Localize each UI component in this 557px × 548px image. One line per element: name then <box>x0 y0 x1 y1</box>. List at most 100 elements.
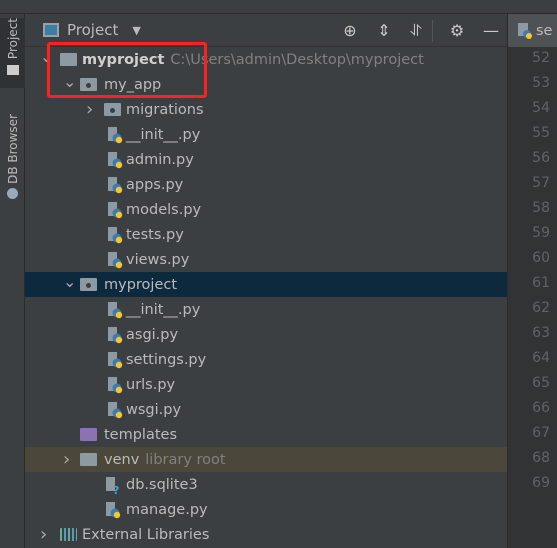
tree-item-label: __init__.py <box>126 126 201 143</box>
breadcrumb-bar <box>0 0 557 14</box>
folder-icon <box>80 453 97 466</box>
python-file-icon <box>108 202 123 219</box>
line-number: 59 <box>532 225 550 241</box>
line-number: 55 <box>532 125 550 141</box>
tree-item-label: manage.py <box>126 501 208 518</box>
python-file-icon <box>108 127 123 144</box>
tree-item-label: wsgi.py <box>126 401 182 418</box>
line-number: 69 <box>532 475 550 491</box>
tree-item-label: migrations <box>126 101 204 118</box>
line-number: 62 <box>532 300 550 316</box>
tree-item-label: models.py <box>126 201 202 218</box>
python-file-icon <box>106 502 121 519</box>
tree-item-label: tests.py <box>126 226 184 243</box>
chevron-down-icon[interactable]: ⌄ <box>63 272 76 291</box>
python-file-icon <box>108 377 123 394</box>
tree-item-label: apps.py <box>126 176 184 193</box>
folder-icon <box>80 428 97 441</box>
line-number: 52 <box>532 50 550 66</box>
tree-item[interactable]: ? db.sqlite3 <box>25 472 507 497</box>
line-number: 58 <box>532 200 550 216</box>
line-number: 65 <box>532 375 550 391</box>
tree-item-label: views.py <box>126 251 190 268</box>
tree-item-label: External Libraries <box>82 526 210 543</box>
tree-item-label: __init__.py <box>126 301 201 318</box>
tab-db-browser[interactable]: DB Browser <box>0 114 25 214</box>
unknown-file-icon: ? <box>106 477 119 494</box>
tree-item[interactable]: tests.py <box>25 222 507 247</box>
line-number: 66 <box>532 400 550 416</box>
python-file-icon <box>108 352 123 369</box>
python-file-icon <box>108 177 123 194</box>
line-number: 64 <box>532 350 550 366</box>
tree-item[interactable]: ⌄ myproject <box>25 272 507 297</box>
tree-item[interactable]: wsgi.py <box>25 397 507 422</box>
editor-tab-label: se <box>536 22 553 39</box>
line-number: 67 <box>532 425 550 441</box>
tree-item[interactable]: settings.py <box>25 347 507 372</box>
folder-icon <box>6 65 19 76</box>
line-number: 57 <box>532 175 550 191</box>
tree-item[interactable]: models.py <box>25 197 507 222</box>
gear-icon[interactable]: ⚙ <box>448 22 466 40</box>
editor-gutter: se 52 53 54 55 56 57 58 59 60 61 62 63 64 65 66 67 68 69 <box>507 14 557 548</box>
tree-item[interactable]: › migrations <box>25 97 507 122</box>
tree-item[interactable]: › External Libraries <box>25 522 507 547</box>
tree-item-label: admin.py <box>126 151 194 168</box>
tree-item[interactable]: admin.py <box>25 147 507 172</box>
tree-item-label: settings.py <box>126 351 207 368</box>
python-file-icon <box>108 402 123 419</box>
panel-title: Project <box>67 21 119 39</box>
python-file-icon <box>108 302 123 319</box>
tab-db-browser-label: DB Browser <box>5 114 20 184</box>
tree-item-hint: library root <box>145 451 226 468</box>
tree-item-label: db.sqlite3 <box>126 476 198 493</box>
expand-all-icon[interactable]: ⇕ <box>375 22 393 40</box>
chevron-down-icon: ▼ <box>132 23 141 37</box>
tree-item[interactable]: apps.py <box>25 172 507 197</box>
tree-item-label: urls.py <box>126 376 176 393</box>
tree-item[interactable]: urls.py <box>25 372 507 397</box>
editor-tab-settings[interactable]: se <box>508 14 557 47</box>
project-view-selector[interactable]: Project ▼ <box>43 21 141 39</box>
tree-item-label: myproject <box>104 276 178 293</box>
tree-item-label: templates <box>104 426 178 443</box>
tree-item[interactable]: templates <box>25 422 507 447</box>
window-icon <box>43 23 59 37</box>
module-folder-icon <box>80 278 97 291</box>
tree-item[interactable]: views.py <box>25 247 507 272</box>
module-folder-icon <box>104 103 121 116</box>
svg-text:?: ? <box>113 484 119 494</box>
tree-item[interactable]: manage.py <box>25 497 507 522</box>
python-file-icon <box>108 327 123 344</box>
minimize-icon[interactable]: — <box>482 22 500 40</box>
project-panel: Project ▼ ⊕ ⇕ ⥯ ⚙ — ⌄ myproject C:\Users\a… <box>25 14 507 548</box>
python-file-icon <box>108 152 123 169</box>
locate-icon[interactable]: ⊕ <box>341 22 359 40</box>
line-number: 54 <box>532 100 550 116</box>
line-number: 61 <box>532 275 550 291</box>
tree-item[interactable]: __init__.py <box>25 122 507 147</box>
python-file-icon <box>108 252 123 269</box>
python-file-icon <box>108 227 123 244</box>
tree-item[interactable]: asgi.py <box>25 322 507 347</box>
tree-item-hint: C:\Users\admin\Desktop\myproject <box>170 51 424 68</box>
line-number: 63 <box>532 325 550 341</box>
tree-item[interactable]: __init__.py <box>25 297 507 322</box>
chevron-right-icon[interactable]: › <box>63 449 70 470</box>
chevron-right-icon[interactable]: › <box>86 99 93 120</box>
tab-project[interactable]: Project <box>0 18 25 88</box>
collapse-all-icon[interactable]: ⥯ <box>407 22 425 40</box>
tab-project-label: Project <box>5 18 20 60</box>
line-number: 60 <box>532 250 550 266</box>
tree-item[interactable]: › venv library root <box>25 447 507 472</box>
tree-item-label: venv <box>104 451 140 468</box>
annotation-highlight-box <box>47 42 207 98</box>
db-icon <box>7 187 18 199</box>
left-tool-strip: Project DB Browser <box>0 14 25 548</box>
line-number: 68 <box>532 450 550 466</box>
line-number: 56 <box>532 150 550 166</box>
python-file-icon <box>518 22 532 39</box>
chevron-right-icon[interactable]: › <box>40 524 47 545</box>
library-icon <box>60 528 77 541</box>
